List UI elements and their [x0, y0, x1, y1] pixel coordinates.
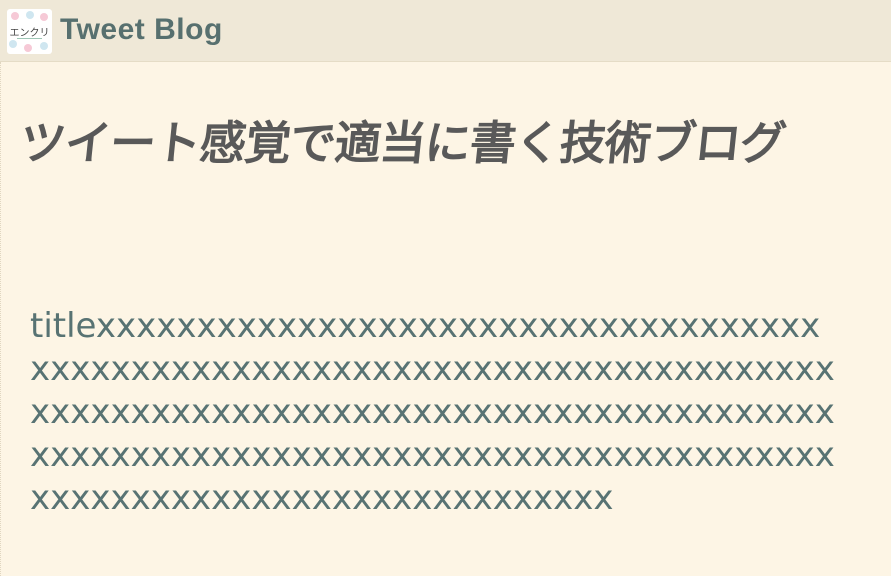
- post-title[interactable]: titlexxxxxxxxxxxxxxxxxxxxxxxxxxxxxxxxxxx…: [30, 305, 840, 520]
- site-logo[interactable]: エンクリ: [7, 9, 52, 54]
- logo-underline: [17, 38, 42, 39]
- logo-text: エンクリ: [9, 28, 50, 39]
- logo-dot: [11, 12, 19, 20]
- logo-dot: [24, 44, 32, 52]
- site-title[interactable]: Tweet Blog: [60, 10, 223, 50]
- logo-dot: [26, 11, 34, 19]
- site-header: エンクリ Tweet Blog: [0, 0, 891, 62]
- blog-tagline: ツイート感覚で適当に書く技術ブログ: [17, 115, 788, 170]
- logo-dot: [40, 13, 48, 21]
- logo-dot: [40, 42, 48, 50]
- page-edge-divider: [0, 62, 3, 576]
- logo-dot: [9, 40, 17, 48]
